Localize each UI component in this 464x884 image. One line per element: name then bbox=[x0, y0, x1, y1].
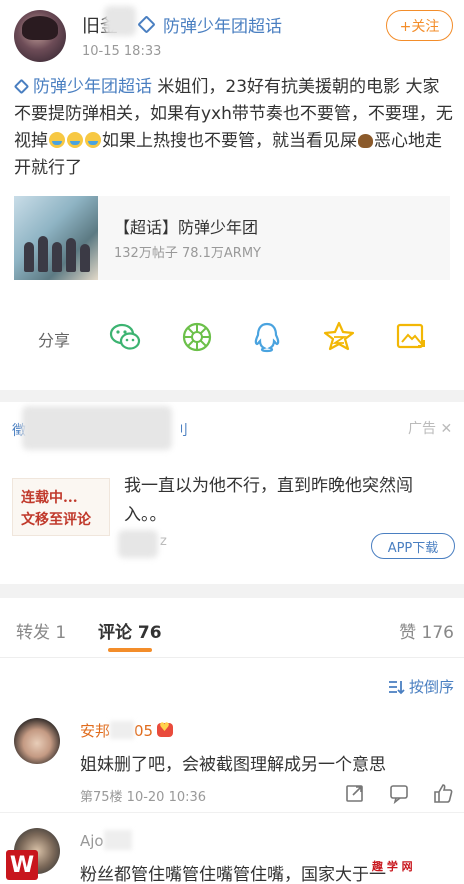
comment-actions bbox=[344, 782, 454, 804]
post-header: 旧釜 防弹少年团超话 10-15 18:33 +关注 bbox=[0, 0, 464, 72]
ad-card[interactable]: 徵 刂 广告 ✕ 连载中... 文移至评论 我一直以为他不行，直到昨晚他突然闯入… bbox=[0, 402, 464, 580]
super-topic-card[interactable]: 【超话】防弹少年团 132万帖子 78.1万ARMY bbox=[14, 196, 450, 280]
comment-item: 安邦 05 姐妹删了吧，会被截图理解成另一个意思 第75楼 10-20 10:36 bbox=[0, 712, 464, 812]
topic-thumbnail bbox=[14, 196, 98, 280]
save-image-icon[interactable] bbox=[394, 320, 428, 354]
blurred-advertiser-name bbox=[22, 406, 172, 450]
comment-item: Ajo 粉丝都管住嘴管住嘴管住嘴，国家大于一 bbox=[0, 820, 464, 884]
commenter-name-text: Ajo bbox=[80, 832, 104, 850]
like-icon[interactable] bbox=[432, 782, 454, 804]
qzone-icon[interactable] bbox=[322, 320, 356, 354]
comment-text: 粉丝都管住嘴管住嘴管住嘴，国家大于一 bbox=[80, 865, 386, 884]
topic-card-title: 【超话】防弹少年团 bbox=[114, 218, 259, 237]
commenter-name-text: 安邦 bbox=[80, 722, 111, 740]
sort-button[interactable]: 按倒序 bbox=[387, 676, 454, 697]
app-download-button[interactable]: APP下载 bbox=[371, 533, 455, 559]
post-body: 防弹少年团超话 米姐们，23好有抗美援朝的电影 大家不要提防弹相关，如果有yxh… bbox=[13, 74, 454, 182]
sort-icon bbox=[388, 680, 405, 694]
watermark-logo: W bbox=[6, 850, 38, 880]
blurred-name-part bbox=[110, 721, 135, 739]
fan-badge-icon bbox=[157, 720, 174, 737]
comment-meta: 第75楼 10-20 10:36 bbox=[80, 790, 207, 805]
commenter-avatar[interactable] bbox=[14, 718, 60, 764]
ad-label-text: 广告 bbox=[408, 421, 436, 437]
tab-comments[interactable]: 评论 76 bbox=[98, 618, 162, 643]
ad-thumb-line-2: 文移至评论 bbox=[21, 512, 91, 528]
topic-link[interactable]: 防弹少年团超话 bbox=[13, 77, 152, 97]
comment-icon[interactable] bbox=[388, 782, 410, 804]
tab-likes[interactable]: 赞 176 bbox=[399, 618, 454, 643]
interaction-tabs: 转发 1 评论 76 赞 176 bbox=[0, 598, 464, 658]
post-timestamp: 10-15 18:33 bbox=[82, 44, 162, 59]
topic-card-stats: 132万帖子 78.1万ARMY bbox=[114, 246, 261, 261]
watermark-text: 趣 学 网 bbox=[372, 860, 413, 873]
ad-meta: z bbox=[160, 534, 167, 549]
super-topic-badge[interactable]: 防弹少年团超话 bbox=[137, 12, 282, 37]
section-divider bbox=[0, 390, 464, 402]
active-tab-indicator bbox=[108, 648, 152, 652]
section-divider bbox=[0, 584, 464, 598]
share-label: 分享 bbox=[38, 331, 71, 350]
ad-thumbnail: 连载中... 文移至评论 bbox=[12, 478, 110, 536]
repost-icon[interactable] bbox=[344, 782, 366, 804]
crying-face-icon bbox=[67, 132, 83, 148]
post-body-text-2: 如果上热搜也不要管，就当看见屎 bbox=[102, 131, 357, 151]
ad-text: 我一直以为他不行，直到昨晚他突然闯入。。 bbox=[124, 476, 413, 525]
comment-divider bbox=[0, 812, 464, 813]
author-avatar[interactable] bbox=[14, 10, 66, 62]
follow-button[interactable]: +关注 bbox=[386, 10, 453, 41]
sort-label: 按倒序 bbox=[408, 678, 454, 696]
crying-face-icon bbox=[85, 132, 101, 148]
commenter-name[interactable]: 安邦 05 bbox=[80, 720, 174, 741]
qq-icon[interactable] bbox=[250, 320, 284, 354]
close-icon[interactable]: ✕ bbox=[440, 421, 452, 437]
blurred-username-part bbox=[104, 6, 136, 36]
share-bar: 分享 bbox=[0, 310, 464, 364]
ad-thumb-line-1: 连载中... bbox=[21, 490, 78, 506]
topic-link-label: 防弹少年团超话 bbox=[33, 77, 152, 97]
ad-label[interactable]: 广告 ✕ bbox=[408, 418, 452, 438]
super-topic-badge-label: 防弹少年团超话 bbox=[163, 17, 282, 37]
commenter-name[interactable]: Ajo bbox=[80, 830, 132, 850]
sort-row: 按倒序 bbox=[0, 674, 464, 700]
crying-face-icon bbox=[49, 132, 65, 148]
ad-advertiser-suffix: 刂 bbox=[174, 423, 188, 439]
blurred-name-part bbox=[103, 830, 132, 850]
blurred-ad-meta bbox=[118, 530, 158, 558]
commenter-name-suffix: 05 bbox=[134, 722, 154, 740]
wechat-icon[interactable] bbox=[108, 320, 142, 354]
moments-icon[interactable] bbox=[180, 320, 214, 354]
tab-repost[interactable]: 转发 1 bbox=[16, 618, 66, 643]
poop-icon bbox=[358, 134, 373, 148]
comment-text: 姐妹删了吧，会被截图理解成另一个意思 bbox=[80, 755, 386, 775]
diamond-icon bbox=[13, 78, 30, 94]
diamond-icon bbox=[137, 15, 156, 34]
